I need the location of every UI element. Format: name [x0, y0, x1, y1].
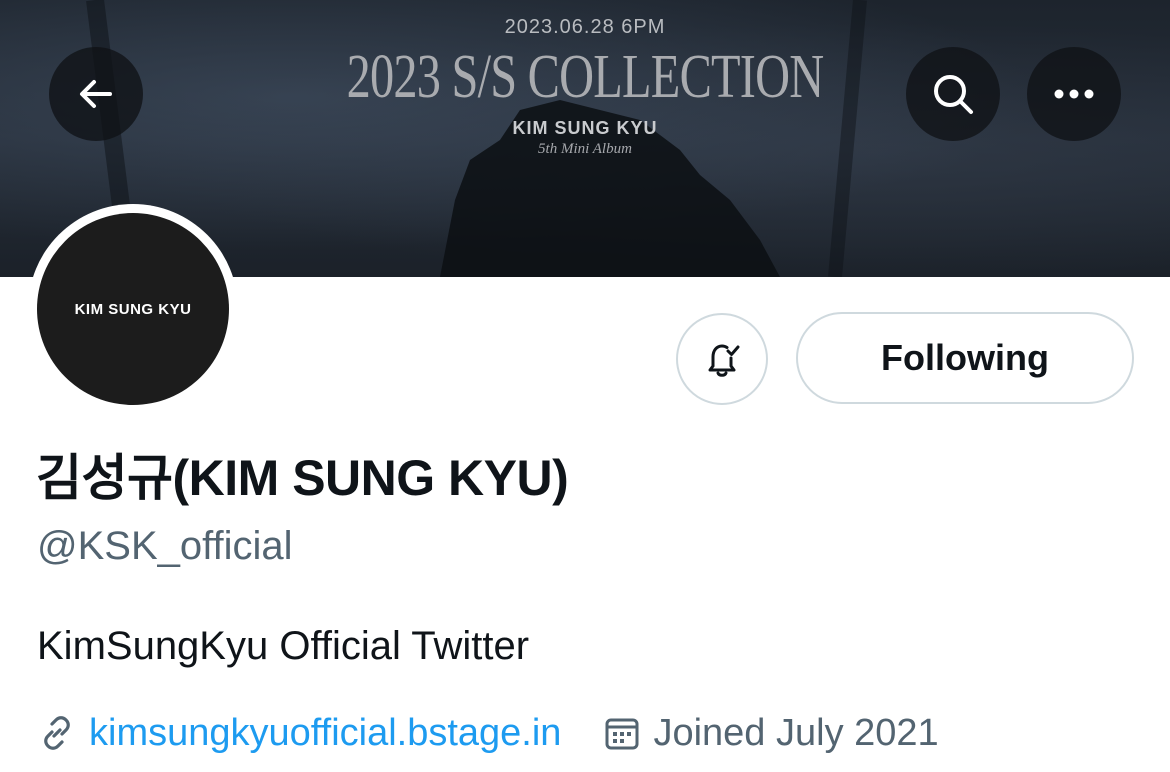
banner-release-date: 2023.06.28 6PM — [504, 16, 666, 38]
profile-website-link[interactable]: kimsungkyuofficial.bstage.in — [89, 712, 561, 755]
banner-artist-name: KIM SUNG KYU — [512, 118, 658, 138]
bell-check-icon — [708, 344, 740, 377]
more-options-button[interactable] — [1027, 47, 1121, 141]
avatar-text: KIM SUNG KYU — [74, 300, 192, 318]
profile-bio: KimSungKyu Official Twitter — [37, 624, 530, 668]
search-icon — [934, 75, 973, 114]
back-button[interactable] — [49, 47, 143, 141]
profile-meta-row: kimsungkyuofficial.bstage.in Joined July… — [37, 708, 939, 758]
link-icon — [44, 716, 70, 750]
notifications-button[interactable] — [676, 313, 768, 405]
banner-album-subtitle: 5th Mini Album — [538, 141, 632, 157]
calendar-icon — [605, 718, 639, 750]
avatar[interactable]: KIM SUNG KYU — [37, 213, 229, 405]
profile-joined-date: Joined July 2021 — [653, 711, 939, 754]
following-button[interactable]: Following — [796, 312, 1134, 404]
profile-handle: @KSK_official — [37, 524, 293, 568]
search-button[interactable] — [906, 47, 1000, 141]
profile-display-name: 김성규(KIM SUNG KYU) — [36, 450, 569, 506]
more-horizontal-icon — [1054, 89, 1094, 99]
arrow-left-icon — [80, 80, 112, 108]
banner-album-title: 2023 S/S COLLECTION — [346, 43, 825, 111]
